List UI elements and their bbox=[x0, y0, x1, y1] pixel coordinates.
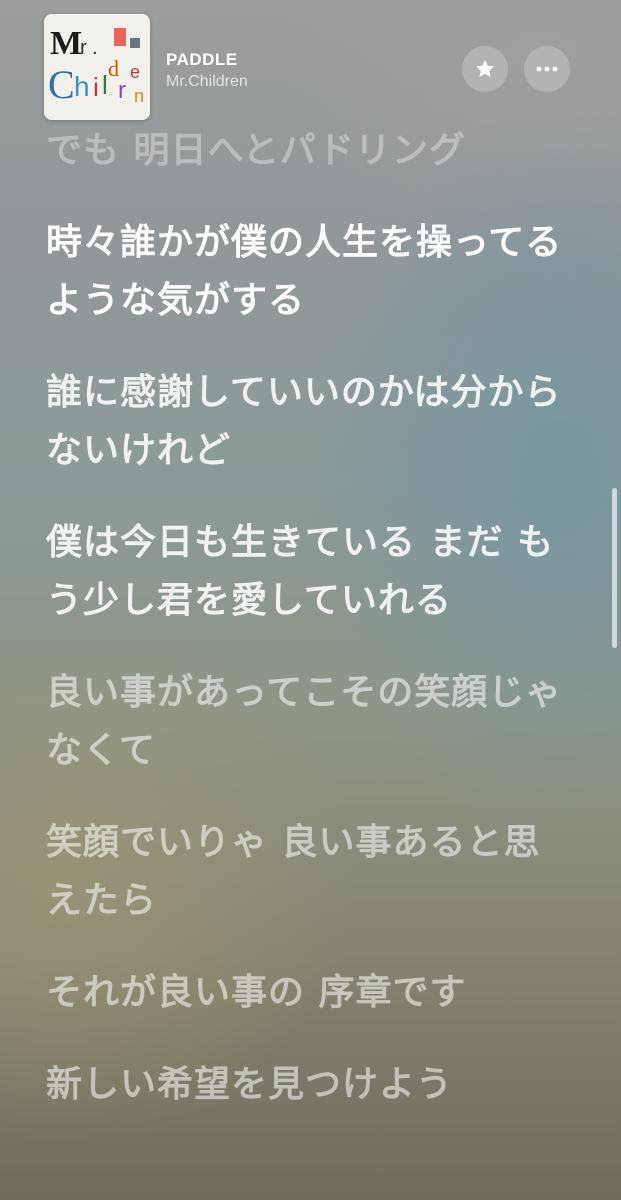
lyric-line[interactable]: 新しい希望を見つけよう bbox=[46, 1056, 566, 1114]
lyric-line[interactable]: 良い事があってこその笑顔じゃなくて bbox=[46, 664, 566, 780]
lyric-line[interactable]: でも 明日へとパドリング bbox=[46, 122, 566, 180]
favorite-button[interactable] bbox=[462, 46, 508, 92]
lyric-line[interactable]: それが良い事の 序章です bbox=[46, 964, 566, 1022]
svg-text:M: M bbox=[50, 25, 82, 62]
svg-text:C: C bbox=[48, 62, 75, 107]
svg-text:e: e bbox=[130, 62, 140, 82]
svg-text:n: n bbox=[134, 86, 144, 106]
album-art[interactable]: M r . C h i l d r e n bbox=[44, 14, 150, 120]
star-icon bbox=[476, 60, 494, 77]
lyrics-list: でも 明日へとパドリング 時々誰かが僕の人生を操ってるような気がする 誰に感謝し… bbox=[46, 122, 566, 1114]
svg-text:h: h bbox=[74, 71, 90, 102]
lyric-line-current[interactable]: 時々誰かが僕の人生を操ってるような気がする bbox=[46, 214, 566, 330]
lyric-line[interactable]: 笑顔でいりゃ 良い事あると思えたら bbox=[46, 814, 566, 930]
album-art-image: M r . C h i l d r e n bbox=[44, 14, 150, 120]
lyric-line[interactable]: 誰に感謝していいのかは分からないけれど bbox=[46, 364, 566, 480]
now-playing-header: M r . C h i l d r e n PADDLE Mr.Children bbox=[0, 0, 621, 130]
svg-text:.: . bbox=[92, 37, 98, 59]
ellipsis-icon bbox=[536, 66, 558, 72]
artist-name[interactable]: Mr.Children bbox=[166, 73, 248, 91]
lyric-line[interactable]: 僕は今日も生きている まだ もう少し君を愛していれる bbox=[46, 514, 566, 630]
svg-text:i: i bbox=[93, 72, 99, 102]
svg-text:r: r bbox=[118, 77, 126, 104]
svg-text:r: r bbox=[80, 37, 87, 59]
scroll-indicator[interactable] bbox=[612, 488, 617, 648]
svg-text:l: l bbox=[102, 70, 108, 100]
song-title[interactable]: PADDLE bbox=[166, 50, 238, 70]
more-options-button[interactable] bbox=[524, 46, 570, 92]
